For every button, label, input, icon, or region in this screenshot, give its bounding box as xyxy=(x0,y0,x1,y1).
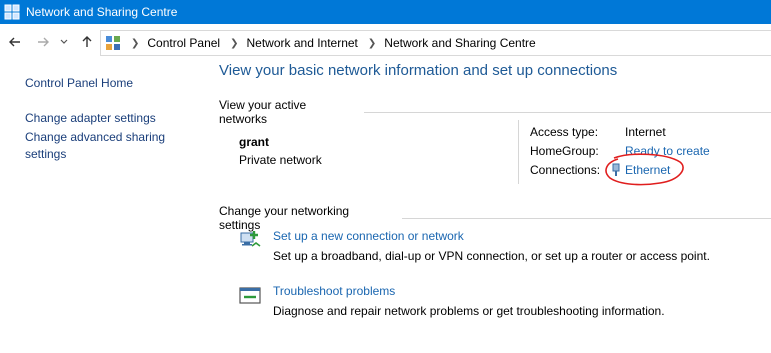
window-title: Network and Sharing Centre xyxy=(26,5,178,19)
sidebar-item-control-panel-home[interactable]: Control Panel Home xyxy=(25,75,205,92)
setup-connection-link[interactable]: Set up a new connection or network xyxy=(273,229,464,243)
network-name: grant xyxy=(239,135,269,149)
active-networks-heading-text: View your active networks xyxy=(219,98,307,126)
network-type: Private network xyxy=(239,153,322,167)
breadcrumb-network-internet[interactable]: Network and Internet xyxy=(247,36,358,50)
new-connection-icon xyxy=(240,231,261,247)
active-networks-heading: View your active networks xyxy=(219,98,771,126)
access-type-value: Internet xyxy=(625,125,666,139)
back-arrow-icon[interactable] xyxy=(6,33,24,51)
chevron-right-icon: ❯ xyxy=(131,37,140,49)
troubleshoot-icon xyxy=(239,287,261,304)
homegroup-label: HomeGroup: xyxy=(530,144,599,158)
breadcrumb-control-panel[interactable]: Control Panel xyxy=(147,36,220,50)
sidebar-item-advanced-sharing[interactable]: Change advanced sharing settings xyxy=(25,129,175,163)
setup-connection-description: Set up a broadband, dial-up or VPN conne… xyxy=(273,249,710,263)
red-annotation-circle xyxy=(605,153,684,186)
sidebar-item-adapter-settings[interactable]: Change adapter settings xyxy=(25,110,205,127)
address-bar[interactable]: ❯ Control Panel ❯ Network and Internet ❯… xyxy=(100,30,771,56)
section-divider xyxy=(363,111,771,113)
section-divider xyxy=(401,217,771,219)
change-settings-heading: Change your networking settings xyxy=(219,204,771,232)
chevron-right-icon: ❯ xyxy=(230,37,239,49)
up-arrow-icon[interactable] xyxy=(78,33,96,51)
vertical-divider xyxy=(518,120,519,184)
sidebar: Control Panel Home Change adapter settin… xyxy=(25,70,205,163)
page-title: View your basic network information and … xyxy=(219,62,618,79)
chevron-right-icon: ❯ xyxy=(367,37,377,49)
troubleshoot-description: Diagnose and repair network problems or … xyxy=(273,304,665,318)
network-centre-icon xyxy=(4,4,20,20)
control-panel-icon xyxy=(106,36,120,50)
access-type-label: Access type: xyxy=(530,125,599,139)
forward-arrow-icon[interactable] xyxy=(34,33,52,51)
address-row: ❯ Control Panel ❯ Network and Internet ❯… xyxy=(0,28,771,58)
connections-label: Connections: xyxy=(530,163,601,177)
troubleshoot-link[interactable]: Troubleshoot problems xyxy=(273,284,395,298)
title-bar: Network and Sharing Centre xyxy=(0,0,771,24)
breadcrumb-network-sharing[interactable]: Network and Sharing Centre xyxy=(384,36,535,50)
chevron-down-icon[interactable] xyxy=(58,33,70,51)
